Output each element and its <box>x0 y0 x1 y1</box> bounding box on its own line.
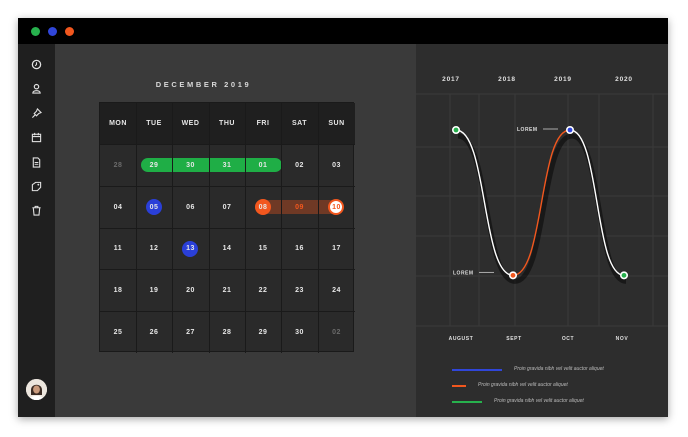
weekday-label: SUN <box>328 120 345 127</box>
data-point <box>621 272 627 278</box>
year-label: 2019 <box>554 76 572 83</box>
legend-label: Proin gravida nibh vel velit auctor aliq… <box>514 366 604 372</box>
data-point <box>567 127 573 133</box>
legend-label: Proin gravida nibh vel velit auctor aliq… <box>494 398 584 404</box>
calendar-day[interactable]: 07 <box>209 186 245 228</box>
calendar-day[interactable]: 19 <box>136 269 172 311</box>
weekday-label: FRI <box>256 120 270 127</box>
pin-icon[interactable] <box>29 106 44 121</box>
clock-icon[interactable] <box>29 57 44 72</box>
legend-swatch <box>452 401 482 403</box>
calendar-day[interactable]: 29 <box>245 311 281 353</box>
calendar-day[interactable]: 20 <box>172 269 209 311</box>
calendar-day[interactable]: 14 <box>209 228 245 269</box>
calendar-day[interactable]: 05 <box>136 186 172 228</box>
legend-label: Proin gravida nibh vel velit auctor aliq… <box>478 382 568 388</box>
calendar-icon[interactable] <box>29 130 44 145</box>
line-chart: 2017 2018 2019 2020 AUGUST SEPT OCT NOV LOREM LOR… <box>416 76 668 342</box>
calendar-day[interactable]: 23 <box>281 269 318 311</box>
calendar-day[interactable]: 18 <box>100 269 136 311</box>
calendar-day[interactable]: 29 <box>136 144 172 186</box>
calendar-day[interactable]: 27 <box>172 311 209 353</box>
calendar-day[interactable]: 02 <box>318 311 355 353</box>
calendar-day[interactable]: 04 <box>100 186 136 228</box>
legend-swatch <box>452 385 466 387</box>
calendar-day[interactable]: 02 <box>281 144 318 186</box>
calendar-day[interactable]: 01 <box>245 144 281 186</box>
calendar-day[interactable]: 17 <box>318 228 355 269</box>
weekday-label: THU <box>219 120 235 127</box>
x-tick-label: NOV <box>616 336 629 342</box>
title-bar <box>18 18 668 44</box>
document-icon[interactable] <box>29 155 44 170</box>
annotation-label: LOREM <box>453 270 474 276</box>
weekday-label: SAT <box>292 120 307 127</box>
window-dot-blue[interactable] <box>48 27 57 36</box>
calendar-day[interactable]: 28 <box>100 144 136 186</box>
year-label: 2018 <box>498 76 516 83</box>
calendar-day[interactable]: 09 <box>281 186 318 228</box>
calendar-day[interactable]: 21 <box>209 269 245 311</box>
avatar[interactable] <box>26 379 47 400</box>
calendar-day[interactable]: 06 <box>172 186 209 228</box>
calendar-day[interactable]: 28 <box>209 311 245 353</box>
x-tick-label: SEPT <box>506 336 521 342</box>
calendar-day[interactable]: 03 <box>318 144 355 186</box>
weekday-label: TUE <box>146 120 162 127</box>
sidebar <box>18 44 55 417</box>
app-window: DECEMBER 2019 MON TUE WED THU FRI SAT SUN 28 29 3… <box>18 18 668 417</box>
calendar-day[interactable]: 10 <box>318 186 355 228</box>
x-tick-label: AUGUST <box>449 336 474 342</box>
annotation-label: LOREM <box>517 127 538 133</box>
user-icon[interactable] <box>29 81 44 96</box>
series-line <box>512 129 571 277</box>
calendar-day[interactable]: 22 <box>245 269 281 311</box>
calendar-day[interactable]: 13 <box>172 228 209 269</box>
calendar-panel: DECEMBER 2019 MON TUE WED THU FRI SAT SUN 28 29 3… <box>55 44 416 417</box>
calendar-grid: MON TUE WED THU FRI SAT SUN 28 29 30 31 01 02 03 04 05 0… <box>99 102 355 353</box>
calendar-day[interactable]: 25 <box>100 311 136 353</box>
series-shadow <box>457 133 627 284</box>
legend-swatch <box>452 369 502 371</box>
calendar-day[interactable]: 30 <box>281 311 318 353</box>
chart-panel: 2017 2018 2019 2020 AUGUST SEPT OCT NOV LOREM LOR… <box>416 44 668 417</box>
year-label: 2017 <box>442 76 460 83</box>
calendar-title: DECEMBER 2019 <box>155 80 252 89</box>
calendar-day[interactable]: 12 <box>136 228 172 269</box>
series-line <box>569 129 625 277</box>
window-dot-orange[interactable] <box>65 27 74 36</box>
calendar-day[interactable]: 30 <box>172 144 209 186</box>
data-point <box>510 272 516 278</box>
calendar-day[interactable]: 31 <box>209 144 245 186</box>
tag-icon[interactable] <box>29 179 44 194</box>
calendar-day[interactable]: 15 <box>245 228 281 269</box>
calendar-day[interactable]: 26 <box>136 311 172 353</box>
weekday-label: MON <box>109 120 127 127</box>
window-dot-green[interactable] <box>31 27 40 36</box>
trash-icon[interactable] <box>29 203 44 218</box>
data-point <box>453 127 459 133</box>
x-tick-label: OCT <box>562 336 574 342</box>
calendar-day[interactable]: 24 <box>318 269 355 311</box>
year-label: 2020 <box>615 76 633 83</box>
series-line <box>455 129 514 277</box>
calendar-day[interactable]: 08 <box>245 186 281 228</box>
calendar-day[interactable]: 11 <box>100 228 136 269</box>
weekday-label: WED <box>181 120 200 127</box>
calendar-day[interactable]: 16 <box>281 228 318 269</box>
